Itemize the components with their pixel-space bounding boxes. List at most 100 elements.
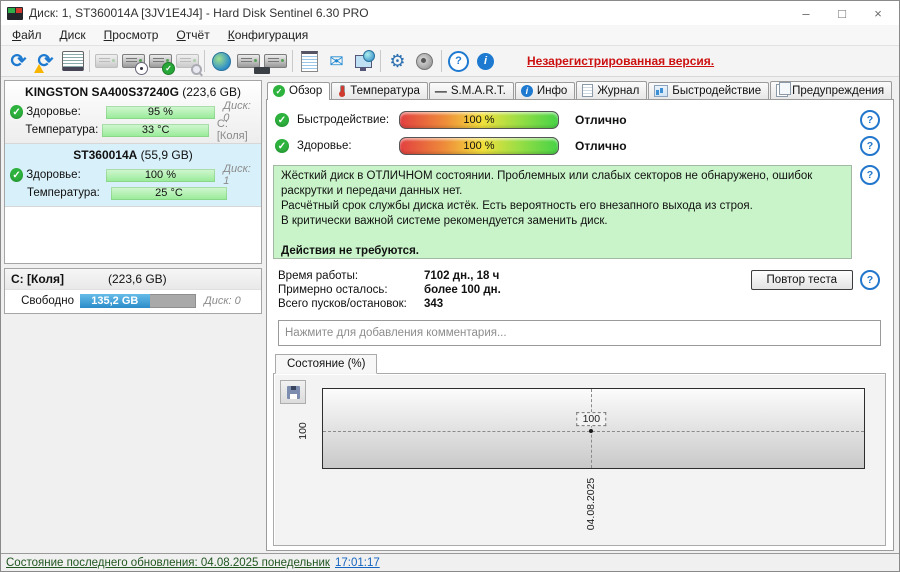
tab-log[interactable]: Журнал: [576, 81, 648, 99]
smart-tab-icon: —: [434, 84, 447, 98]
tab-alerts[interactable]: Предупреждения: [770, 81, 893, 99]
health-label: Здоровье:: [26, 169, 81, 181]
disk-schedule-icon[interactable]: [120, 48, 148, 75]
sound-settings-icon[interactable]: [411, 48, 438, 74]
disk-number: Диск: 0: [204, 295, 241, 307]
overview-content: ✓ Быстродействие: 100 % Отлично ? ✓ Здор…: [266, 99, 894, 551]
free-space-fill: 135,2 GB: [80, 294, 150, 308]
menu-report[interactable]: Отчёт: [167, 26, 218, 44]
disk-card-kingston[interactable]: KINGSTON SA400S37240G (223,6 GB) ✓ Здоро…: [5, 81, 261, 144]
summary-action: Действия не требуются.: [281, 244, 419, 257]
stats-row: Время работы: 7102 дн., 18 ч Примерно ос…: [278, 270, 886, 310]
partition-card[interactable]: C: [Коля] (223,6 GB) Свободно 135,2 GB Д…: [4, 268, 262, 314]
disk-card-st360014a[interactable]: ST360014A (55,9 GB) ✓ Здоровье: 100 % Ди…: [5, 144, 261, 207]
data-point: [589, 428, 594, 433]
help-icon[interactable]: ?: [445, 48, 472, 74]
health-ok-icon: ✓: [10, 168, 24, 182]
ok-icon: ✓: [275, 113, 289, 127]
tabs-bar: ✓ Обзор Температура — S.M.A.R.T. i Инфо: [266, 80, 894, 100]
performance-row: ✓ Быстродействие: 100 % Отлично ?: [273, 110, 886, 130]
toolbar: ⟳ ⟳ ✓ ✉ ⚙ ? i Незарегистрированная верси…: [1, 46, 899, 77]
disk-number: Диск: 1: [223, 163, 251, 187]
disk-test-ok-icon[interactable]: ✓: [147, 48, 175, 75]
health-bar: 100 %: [399, 137, 559, 155]
remote-monitor-icon[interactable]: [350, 48, 377, 74]
disk-details-icon[interactable]: [59, 48, 86, 74]
alerts-tab-icon: [776, 82, 792, 97]
comment-input[interactable]: [278, 320, 881, 346]
temp-bar: 25 °C: [111, 186, 227, 200]
disk-name: KINGSTON SA400S37240G: [25, 85, 179, 99]
health-row: ✓ Здоровье: 100 % Отлично ?: [273, 136, 886, 156]
save-chart-button[interactable]: [280, 380, 306, 404]
free-space-bar: 135,2 GB: [80, 294, 196, 308]
chart-block: Состояние (%) 100 100 04.08.2025: [273, 354, 886, 546]
health-label: Здоровье:: [297, 140, 352, 152]
menu-disk[interactable]: Диск: [51, 26, 95, 44]
magnifier-badge-icon: [191, 64, 202, 75]
tab-overview[interactable]: ✓ Обзор: [267, 82, 331, 100]
close-button[interactable]: ×: [861, 2, 895, 24]
log-tab-icon: [582, 84, 594, 97]
about-info-icon[interactable]: i: [472, 48, 499, 74]
summary-line: В критически важной системе рекомендуетс…: [281, 214, 608, 227]
disk-list: KINGSTON SA400S37240G (223,6 GB) ✓ Здоро…: [4, 80, 262, 264]
refresh-icon[interactable]: ⟳: [5, 48, 32, 74]
help-retest-icon[interactable]: ?: [860, 270, 880, 290]
chart-plot-area: 100 100 04.08.2025: [297, 388, 865, 530]
chart-tab-health-percent[interactable]: Состояние (%): [275, 354, 378, 374]
health-status: Отлично: [575, 139, 627, 153]
temp-label: Температура:: [25, 124, 99, 136]
performance-status: Отлично: [575, 113, 627, 127]
menu-view[interactable]: Просмотр: [95, 26, 168, 44]
tab-smart[interactable]: — S.M.A.R.T.: [428, 82, 514, 99]
stat-value: 7102 дн., 18 ч: [424, 270, 500, 282]
drive-letter: C: [Коля]: [216, 118, 248, 142]
app-icon: [7, 6, 23, 20]
tab-performance[interactable]: Быстродействие: [648, 82, 770, 99]
refresh-warning-icon[interactable]: ⟳: [32, 48, 59, 74]
summary-row: Жёсткий диск в ОТЛИЧНОМ состоянии. Пробл…: [273, 165, 886, 259]
partition-size: (223,6 GB): [107, 272, 167, 286]
stat-label: Всего пусков/остановок:: [278, 298, 407, 310]
tool-badge-icon: [261, 67, 270, 74]
tab-temperature[interactable]: Температура: [331, 82, 428, 99]
mail-icon[interactable]: ✉: [323, 48, 350, 74]
disk-plain-icon[interactable]: [93, 48, 120, 74]
retest-button[interactable]: Повтор теста: [750, 270, 853, 290]
help-summary-icon[interactable]: ?: [860, 165, 880, 185]
disk-name: ST360014A: [73, 148, 138, 162]
menu-configuration[interactable]: Конфигурация: [219, 26, 318, 44]
disk-hardware-icon[interactable]: [261, 48, 289, 74]
unregistered-version-link[interactable]: Незарегистрированная версия.: [527, 54, 714, 68]
help-performance-icon[interactable]: ?: [860, 110, 880, 130]
floppy-save-icon: [286, 385, 300, 399]
performance-bar: 100 %: [399, 111, 559, 129]
disk-size: (223,6 GB): [182, 85, 241, 99]
window-title: Диск: 1, ST360014A [3JV1E4J4] - Hard Dis…: [29, 6, 369, 20]
gridline-horizontal: [323, 430, 864, 432]
report-icon[interactable]: [296, 48, 323, 74]
title-bar: Диск: 1, ST360014A [3JV1E4J4] - Hard Dis…: [1, 1, 899, 25]
help-health-icon[interactable]: ?: [860, 136, 880, 156]
x-axis-tick: 04.08.2025: [585, 477, 598, 531]
health-bar: 100 %: [105, 168, 216, 182]
last-update-text: Состояние последнего обновления: 04.08.2…: [6, 556, 330, 569]
stat-label: Время работы:: [278, 270, 359, 282]
minimize-button[interactable]: –: [789, 2, 823, 24]
disk-connect-icon[interactable]: [235, 48, 263, 74]
free-space-label: Свободно: [21, 295, 74, 307]
last-update-time: 17:01:17: [334, 556, 380, 569]
network-disk-icon[interactable]: [208, 48, 235, 74]
disk-surface-test-icon[interactable]: [174, 48, 202, 75]
sidebar: KINGSTON SA400S37240G (223,6 GB) ✓ Здоро…: [1, 77, 263, 553]
tab-info[interactable]: i Инфо: [514, 82, 576, 99]
menu-file[interactable]: Файл: [3, 26, 51, 44]
temp-bar: 33 °C: [102, 123, 209, 137]
health-label: Здоровье:: [26, 106, 81, 118]
settings-gear-icon[interactable]: ⚙: [384, 48, 411, 74]
main-panel: ✓ Обзор Температура — S.M.A.R.T. i Инфо: [263, 77, 899, 553]
maximize-button[interactable]: □: [825, 2, 859, 24]
lifetime-stats: Время работы: 7102 дн., 18 ч Примерно ос…: [278, 270, 501, 310]
health-summary-box: Жёсткий диск в ОТЛИЧНОМ состоянии. Пробл…: [273, 165, 852, 259]
